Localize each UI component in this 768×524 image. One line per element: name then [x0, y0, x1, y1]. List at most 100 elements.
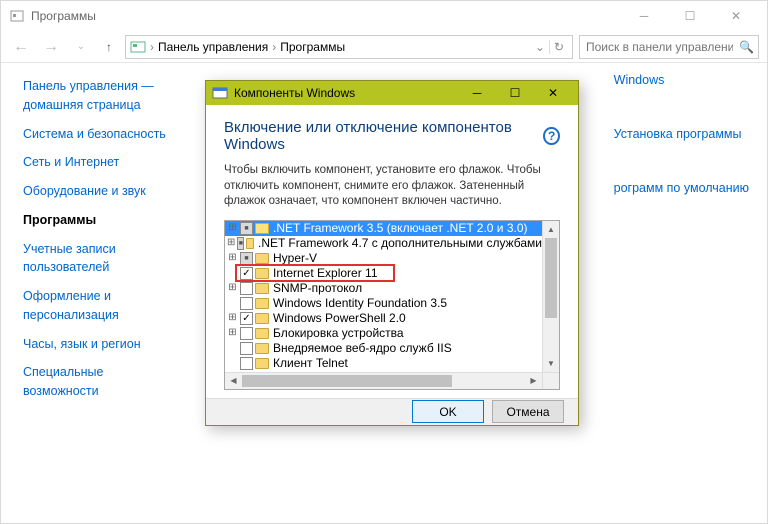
- features-tree: ⊞ .NET Framework 3.5 (включает .NET 2.0 и…: [224, 220, 560, 390]
- sidebar-item-hardware[interactable]: Оборудование и звук: [23, 182, 181, 201]
- feature-label: SNMP-протокол: [273, 281, 362, 295]
- expand-icon[interactable]: ⊞: [227, 238, 235, 248]
- sidebar-item-clock[interactable]: Часы, язык и регион: [23, 335, 181, 354]
- folder-icon: [255, 283, 269, 294]
- refresh-button[interactable]: ↻: [549, 40, 568, 54]
- feature-item[interactable]: Клиент Telnet: [225, 356, 542, 371]
- cancel-button[interactable]: Отмена: [492, 400, 564, 423]
- sidebar-item-programs[interactable]: Программы: [23, 211, 181, 230]
- help-icon[interactable]: ?: [543, 127, 560, 145]
- expand-icon[interactable]: ⊞: [227, 223, 238, 233]
- folder-icon: [255, 343, 269, 354]
- feature-checkbox[interactable]: [240, 312, 253, 325]
- folder-icon: [130, 39, 146, 55]
- feature-checkbox[interactable]: [240, 357, 253, 370]
- address-dropdown[interactable]: ⌄: [535, 40, 545, 54]
- scroll-up-button[interactable]: ▲: [543, 221, 559, 238]
- forward-button[interactable]: →: [39, 38, 63, 56]
- folder-icon: [246, 238, 254, 249]
- feature-item[interactable]: ⊞ Блокировка устройства: [225, 326, 542, 341]
- folder-icon: [255, 268, 269, 279]
- history-dropdown[interactable]: ⌄: [69, 41, 93, 52]
- category-links: Windows Установка программы рограмм по у…: [614, 63, 749, 235]
- address-bar[interactable]: › Панель управления › Программы ⌄ ↻: [125, 35, 573, 59]
- feature-checkbox[interactable]: [240, 327, 253, 340]
- expand-icon[interactable]: ⊞: [227, 283, 238, 293]
- feature-checkbox[interactable]: [240, 282, 253, 295]
- feature-label: Внедряемое веб-ядро служб IIS: [273, 341, 452, 355]
- maximize-button[interactable]: ☐: [667, 1, 713, 31]
- link-windows-features[interactable]: Windows: [614, 73, 749, 87]
- breadcrumb-item[interactable]: Программы: [280, 40, 345, 54]
- expand-icon[interactable]: ⊞: [227, 328, 238, 338]
- dialog-button-row: OK Отмена: [206, 398, 578, 425]
- feature-item[interactable]: ⊞ .NET Framework 4.7 с дополнительными сл…: [225, 236, 542, 251]
- sidebar-item-ease[interactable]: Специальные возможности: [23, 363, 181, 401]
- scroll-down-button[interactable]: ▼: [543, 355, 559, 372]
- expand-icon[interactable]: ⊞: [227, 313, 238, 323]
- feature-item[interactable]: Internet Explorer 11: [225, 266, 542, 281]
- back-button[interactable]: ←: [9, 38, 33, 56]
- breadcrumb-item[interactable]: Панель управления: [158, 40, 268, 54]
- folder-icon: [255, 253, 269, 264]
- folder-icon: [255, 358, 269, 369]
- search-icon: 🔍: [739, 40, 754, 54]
- feature-checkbox[interactable]: [240, 252, 253, 265]
- up-button[interactable]: ↑: [99, 40, 119, 54]
- sidebar-item-home[interactable]: Панель управления — домашняя страница: [23, 77, 181, 115]
- horizontal-scrollbar[interactable]: ◀ ▶: [225, 372, 542, 389]
- dialog-heading: Включение или отключение компонентов Win…: [224, 119, 560, 153]
- dialog-icon: [212, 85, 228, 101]
- dialog-close-button[interactable]: ✕: [534, 81, 572, 105]
- search-box[interactable]: 🔍: [579, 35, 759, 59]
- feature-label: .NET Framework 3.5 (включает .NET 2.0 и …: [273, 221, 528, 235]
- minimize-button[interactable]: ─: [621, 1, 667, 31]
- folder-icon: [255, 223, 269, 234]
- feature-checkbox[interactable]: [240, 267, 253, 280]
- folder-icon: [255, 328, 269, 339]
- chevron-right-icon: ›: [150, 40, 154, 54]
- close-button[interactable]: ✕: [713, 1, 759, 31]
- category-sidebar: Панель управления — домашняя страница Си…: [1, 63, 191, 523]
- titlebar: Программы ─ ☐ ✕: [1, 1, 767, 31]
- scroll-right-button[interactable]: ▶: [525, 373, 542, 389]
- dialog-description: Чтобы включить компонент, установите его…: [224, 163, 560, 210]
- feature-label: Windows Identity Foundation 3.5: [273, 296, 447, 310]
- hscroll-thumb[interactable]: [242, 375, 452, 387]
- feature-label: Windows PowerShell 2.0: [273, 311, 406, 325]
- folder-icon: [255, 298, 269, 309]
- feature-label: Блокировка устройства: [273, 326, 404, 340]
- feature-item[interactable]: Внедряемое веб-ядро служб IIS: [225, 341, 542, 356]
- feature-label: .NET Framework 4.7 с дополнительными слу…: [258, 236, 542, 250]
- feature-checkbox[interactable]: [240, 222, 253, 235]
- feature-checkbox[interactable]: [240, 342, 253, 355]
- sidebar-item-system[interactable]: Система и безопасность: [23, 125, 181, 144]
- sidebar-item-accounts[interactable]: Учетные записи пользователей: [23, 240, 181, 278]
- dialog-minimize-button[interactable]: ─: [458, 81, 496, 105]
- feature-item[interactable]: ⊞ SNMP-протокол: [225, 281, 542, 296]
- scroll-left-button[interactable]: ◀: [225, 373, 242, 389]
- scroll-corner: [542, 372, 559, 389]
- folder-icon: [255, 313, 269, 324]
- feature-item[interactable]: ⊞Hyper-V: [225, 251, 542, 266]
- feature-item[interactable]: ⊞ Windows PowerShell 2.0: [225, 311, 542, 326]
- link-install-program[interactable]: Установка программы: [614, 127, 749, 141]
- scroll-thumb[interactable]: [545, 238, 557, 318]
- expand-icon[interactable]: ⊞: [227, 253, 238, 263]
- link-default-programs[interactable]: рограмм по умолчанию: [614, 181, 749, 195]
- ok-button[interactable]: OK: [412, 400, 484, 423]
- dialog-titlebar[interactable]: Компоненты Windows ─ ☐ ✕: [206, 81, 578, 105]
- dialog-body: Включение или отключение компонентов Win…: [206, 105, 578, 398]
- windows-features-dialog: Компоненты Windows ─ ☐ ✕ Включение или о…: [205, 80, 579, 426]
- feature-checkbox[interactable]: [237, 237, 244, 250]
- sidebar-item-appearance[interactable]: Оформление и персонализация: [23, 287, 181, 325]
- feature-checkbox[interactable]: [240, 297, 253, 310]
- feature-item[interactable]: ⊞ .NET Framework 3.5 (включает .NET 2.0 и…: [225, 221, 542, 236]
- feature-item[interactable]: Windows Identity Foundation 3.5: [225, 296, 542, 311]
- dialog-maximize-button[interactable]: ☐: [496, 81, 534, 105]
- vertical-scrollbar[interactable]: ▲ ▼: [542, 221, 559, 372]
- sidebar-item-network[interactable]: Сеть и Интернет: [23, 153, 181, 172]
- search-input[interactable]: [584, 39, 735, 55]
- toolbar: ← → ⌄ ↑ › Панель управления › Программы …: [1, 31, 767, 63]
- dialog-title: Компоненты Windows: [234, 86, 355, 100]
